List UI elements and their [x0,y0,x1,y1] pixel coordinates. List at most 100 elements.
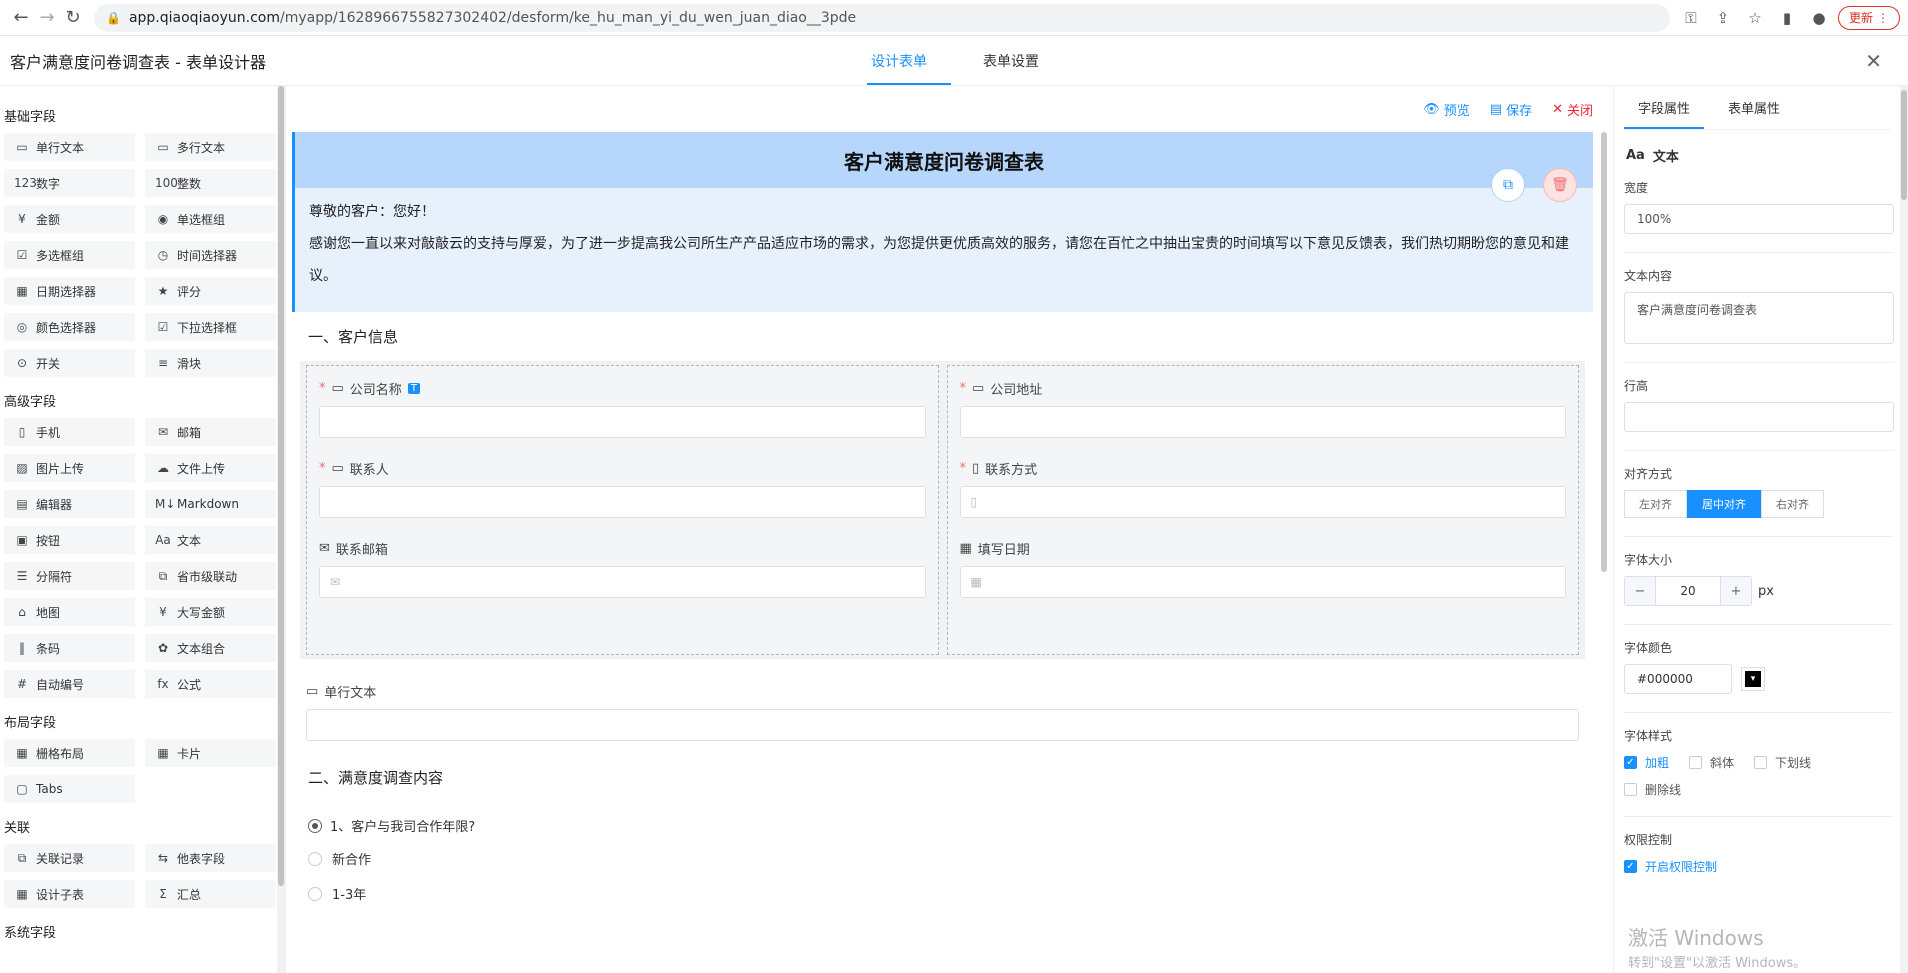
content-textarea[interactable]: 客户满意度问卷调查表 [1624,292,1894,344]
palette-item[interactable]: Σ 汇总 [145,880,276,908]
calendar-icon: ▦ [959,540,972,556]
align-center-button[interactable]: 居中对齐 [1687,490,1761,518]
palette-item[interactable]: ◎ 颜色选择器 [4,313,135,341]
radio-button[interactable] [308,851,322,866]
palette-item[interactable]: ◷ 时间选择器 [145,241,276,269]
palette-item[interactable]: ☰ 分隔符 [4,562,135,590]
option-1-3-years[interactable]: 1-3年 [292,876,1593,911]
align-left-button[interactable]: 左对齐 [1624,490,1687,518]
tab-design-form[interactable]: 设计表单 [867,36,951,85]
palette-item[interactable]: ⧉ 省市级联动 [145,562,276,590]
profile-icon[interactable]: ● [1806,5,1832,31]
forward-icon[interactable]: → [34,5,60,31]
palette-item[interactable]: ⊙ 开关 [4,349,135,377]
field-contact-email[interactable]: ✉ 联系邮箱 ✉ [319,534,926,598]
single-text-input[interactable] [306,709,1579,741]
width-input[interactable]: 100% [1624,204,1894,234]
palette-item[interactable]: ⧉ 关联记录 [4,844,135,872]
field-company-address[interactable]: * ▭ 公司地址 [959,374,1566,438]
tab-field-props[interactable]: 字段属性 [1623,86,1705,129]
grid-layout[interactable]: * ▭ 公司名称 T * ▭ 联系人 ✉ 联系邮箱 ✉ * ▭ 公司地址 * ▯… [300,361,1585,659]
palette-item[interactable]: ¥ 大写金额 [145,598,276,626]
share-icon[interactable]: ⇪ [1710,5,1736,31]
copy-icon[interactable]: ⧉ [1491,168,1525,202]
text-component-selected[interactable]: 客户满意度问卷调查表 ⧉ 🗑 尊敬的客户：您好！ 感谢您一直以来对敲敲云的支持与… [292,132,1593,312]
underline-checkbox[interactable]: 下划线 [1754,754,1811,771]
font-size-input[interactable]: 20 [1655,577,1721,605]
reload-icon[interactable]: ↻ [60,5,86,31]
palette-item[interactable]: ◉ 单选框组 [145,205,276,233]
question-1[interactable]: 1、客户与我司合作年限? [292,802,1593,841]
align-right-button[interactable]: 右对齐 [1761,490,1824,518]
palette-item[interactable]: ▦ 日期选择器 [4,277,135,305]
back-icon[interactable]: ← [8,5,34,31]
color-picker-swatch[interactable]: ▾ [1741,667,1765,691]
palette-item[interactable]: ▦ 栅格布局 [4,739,135,767]
key-icon[interactable]: ⚿ [1678,5,1704,31]
grid-column-right[interactable]: * ▭ 公司地址 * ▯ 联系方式 ▯ ▦ 填写日期 ▦ [946,365,1579,655]
plus-icon[interactable]: + [1721,577,1751,605]
palette-item[interactable]: ▦ 卡片 [145,739,276,767]
palette-item[interactable]: ▭ 多行文本 [145,133,276,161]
save-button[interactable]: ▤ 保存 [1490,100,1532,119]
palette-item[interactable]: ⇆ 他表字段 [145,844,276,872]
permission-checkbox[interactable]: ✓ 开启权限控制 [1624,858,1717,875]
strike-checkbox[interactable]: 删除线 [1624,781,1681,798]
font-color-input[interactable]: #000000 [1624,664,1732,694]
radio-button[interactable] [308,886,322,901]
field-fill-date[interactable]: ▦ 填写日期 ▦ [959,534,1566,598]
field-contact-phone[interactable]: * ▯ 联系方式 ▯ [959,454,1566,518]
palette-item[interactable]: ✿ 文本组合 [145,634,276,662]
italic-checkbox[interactable]: 斜体 [1689,754,1734,771]
option-new[interactable]: 新合作 [292,841,1593,876]
company-address-input[interactable] [959,406,1566,438]
palette-item[interactable]: ☁ 文件上传 [145,454,276,482]
close-icon[interactable]: ✕ [1865,49,1882,73]
palette-item[interactable]: ▢ Tabs [4,775,135,803]
line-height-input[interactable] [1624,402,1894,432]
address-bar[interactable]: 🔒 app.qiaoqiaoyun.com /myapp/16289667558… [94,3,1670,32]
palette-item[interactable]: ⌂ 地图 [4,598,135,626]
palette-item[interactable]: # 自动编号 [4,670,135,698]
palette-item[interactable]: ▯ 手机 [4,418,135,446]
update-button[interactable]: 更新 ⋮ [1837,5,1900,30]
field-contact[interactable]: * ▭ 联系人 [319,454,926,518]
palette-scrollbar[interactable] [277,86,285,973]
palette-item[interactable]: ▣ 按钮 [4,526,135,554]
contact-input[interactable] [319,486,926,518]
palette-item[interactable]: fx 公式 [145,670,276,698]
phone-input[interactable]: ▯ [959,486,1566,518]
company-name-input[interactable] [319,406,926,438]
delete-icon[interactable]: 🗑 [1543,168,1577,202]
palette-item[interactable]: ▦ 设计子表 [4,880,135,908]
field-single-text[interactable]: ▭ 单行文本 [292,659,1593,747]
palette-item[interactable]: ✉ 邮箱 [145,418,276,446]
palette-item[interactable]: ▨ 图片上传 [4,454,135,482]
date-input[interactable]: ▦ [959,566,1566,598]
grid-column-left[interactable]: * ▭ 公司名称 T * ▭ 联系人 ✉ 联系邮箱 ✉ [306,365,939,655]
palette-item[interactable]: ★ 评分 [145,277,276,305]
minus-icon[interactable]: − [1625,577,1655,605]
sidebar-icon[interactable]: ▮ [1774,5,1800,31]
field-company-name[interactable]: * ▭ 公司名称 T [319,374,926,438]
palette-item[interactable]: 100 整数 [145,169,276,197]
email-input[interactable]: ✉ [319,566,926,598]
props-scrollbar[interactable] [1900,86,1908,973]
star-icon[interactable]: ☆ [1742,5,1768,31]
preview-button[interactable]: 👁 预览 [1423,100,1470,119]
palette-item[interactable]: Aa 文本 [145,526,276,554]
palette-item[interactable]: 123 数字 [4,169,135,197]
bold-checkbox[interactable]: ✓ 加粗 [1624,754,1669,771]
palette-item[interactable]: ≡ 滑块 [145,349,276,377]
palette-item[interactable]: ▭ 单行文本 [4,133,135,161]
palette-item[interactable]: ‖ 条码 [4,634,135,662]
palette-item[interactable]: ▤ 编辑器 [4,490,135,518]
tab-form-props[interactable]: 表单属性 [1728,86,1780,129]
close-button[interactable]: ✕ 关闭 [1552,100,1593,119]
palette-item[interactable]: ☑ 下拉选择框 [145,313,276,341]
palette-item[interactable]: M↓ Markdown [145,490,276,518]
tab-form-settings[interactable]: 表单设置 [983,36,1039,85]
canvas-scrollbar[interactable] [1601,132,1607,572]
palette-item[interactable]: ¥ 金额 [4,205,135,233]
palette-item[interactable]: ☑ 多选框组 [4,241,135,269]
